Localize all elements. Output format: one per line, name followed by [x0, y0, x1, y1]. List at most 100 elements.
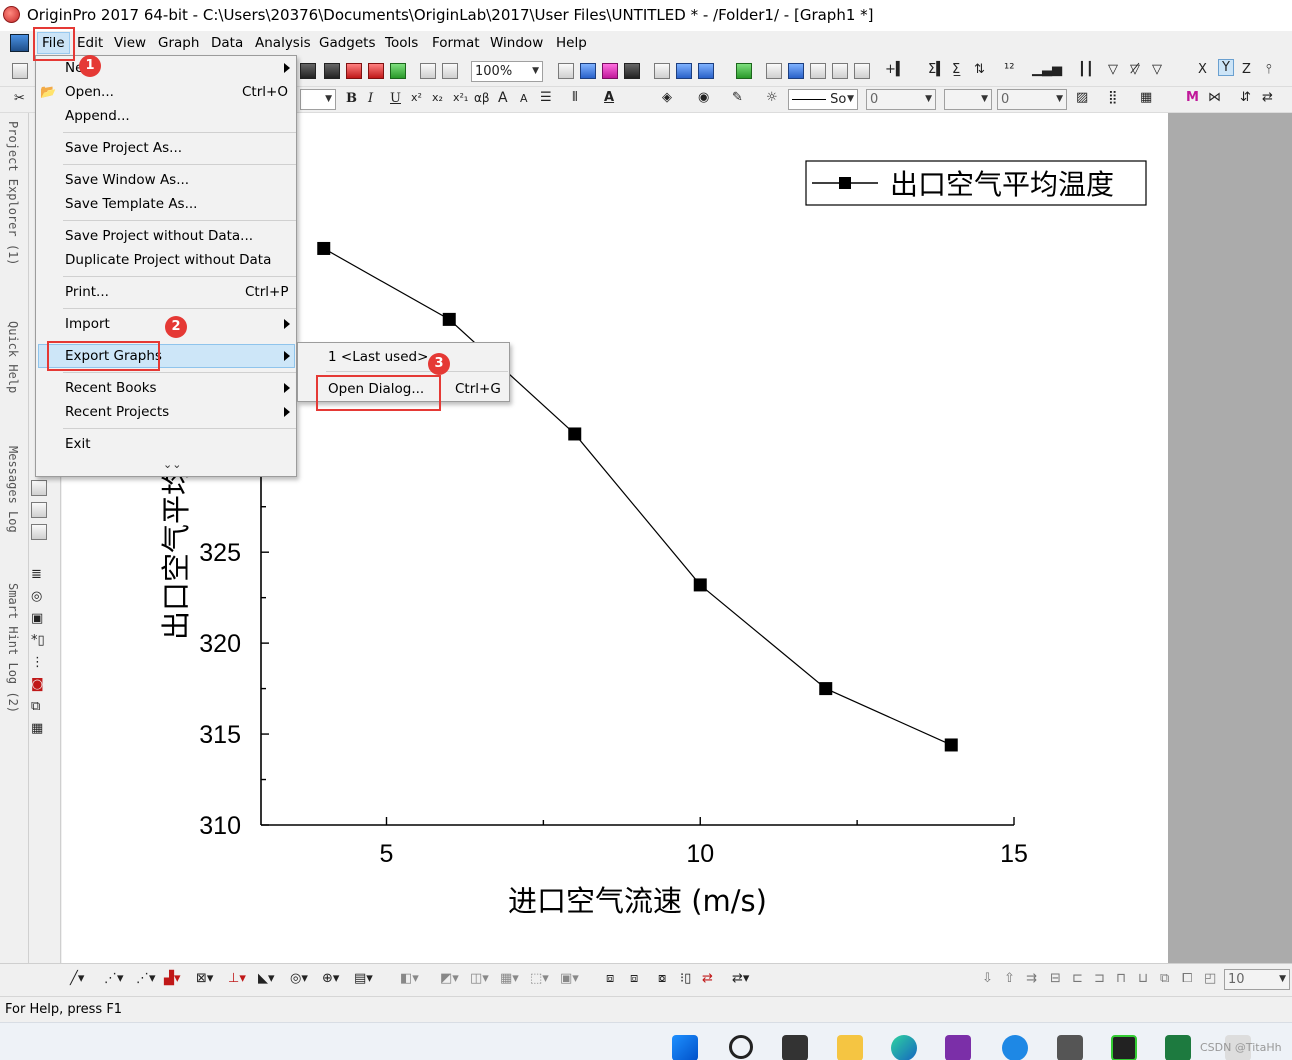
align-bottom-icon[interactable]: ⊔ — [1138, 971, 1148, 986]
increment-icon[interactable]: ¹² — [1004, 62, 1014, 77]
menu-view[interactable]: View — [114, 35, 146, 51]
tab-messages-log[interactable]: Messages Log — [2, 446, 20, 533]
object-back-icon[interactable]: ⇧ — [1004, 971, 1015, 986]
3d-surface-icon[interactable]: ◩▾ — [440, 971, 459, 986]
data-display-icon[interactable] — [31, 480, 47, 496]
align-icon[interactable]: ☰ — [540, 90, 552, 105]
worksheet-icon[interactable] — [324, 63, 340, 79]
rescale-icon[interactable]: ⧈ — [606, 971, 614, 986]
bold-icon[interactable]: B — [346, 91, 357, 106]
stats-icon[interactable]: Σ̲ — [952, 62, 960, 77]
box-chart-icon[interactable]: ┃┃ — [1078, 62, 1094, 77]
color-combo[interactable]: ▼ — [944, 89, 992, 110]
font-color-icon[interactable]: A — [604, 90, 614, 105]
tab-quick-help[interactable]: Quick Help — [2, 321, 20, 393]
area-plot-icon[interactable]: ◣▾ — [258, 971, 275, 986]
align-top-icon[interactable]: ⊓ — [1116, 971, 1126, 986]
fill-color-icon[interactable]: ◈ — [662, 90, 672, 105]
menu-graph[interactable]: Graph — [158, 35, 199, 51]
excel-taskbar-icon[interactable] — [1165, 1035, 1191, 1060]
filter-clear-icon[interactable]: ▽̸ — [1130, 62, 1140, 77]
y-column-icon[interactable]: Y — [1218, 59, 1234, 76]
unmerge-icon[interactable]: ⋈ — [1208, 90, 1221, 105]
arrange-icon[interactable]: ⁝▯ — [680, 971, 691, 986]
line-color-icon[interactable]: ✎ — [732, 90, 743, 105]
results-log-icon[interactable] — [676, 63, 692, 79]
superscript-icon[interactable]: x² — [411, 91, 422, 104]
menu-gadgets[interactable]: Gadgets — [319, 35, 376, 51]
line-symbol-icon[interactable]: ⋰▾ — [136, 971, 156, 986]
zoom-combo[interactable]: 100% ▼ — [471, 61, 543, 82]
italic-icon[interactable]: I — [368, 91, 373, 106]
symbol-size-combo[interactable]: 0 ▼ — [997, 89, 1067, 110]
hatch-icon[interactable]: ▨ — [1076, 90, 1088, 105]
font-combo[interactable]: ▼ — [300, 89, 336, 110]
print-icon[interactable] — [558, 63, 574, 79]
menu-tools[interactable]: Tools — [385, 35, 418, 51]
notes-icon[interactable] — [390, 63, 406, 79]
menu-help[interactable]: Help — [556, 35, 587, 51]
line-style-combo[interactable]: So ▼ — [788, 89, 858, 110]
object-backward-icon[interactable]: ⊟ — [1050, 971, 1061, 986]
origin-app-icon[interactable] — [3, 6, 20, 23]
menu-item-duplicate-project[interactable]: Duplicate Project without Data — [65, 252, 271, 268]
line-width-combo[interactable]: 0 ▼ — [866, 89, 936, 110]
mask-icon[interactable]: ◙ — [31, 677, 44, 692]
function-icon[interactable] — [442, 63, 458, 79]
3d-bar-icon[interactable]: ◫▾ — [470, 971, 489, 986]
template-icon[interactable]: ▤▾ — [354, 971, 373, 986]
menu-item-import[interactable]: Import — [65, 316, 110, 332]
layer-icon[interactable] — [31, 524, 47, 540]
menu-edit[interactable]: Edit — [77, 35, 103, 51]
k-app-icon[interactable] — [1002, 1035, 1028, 1060]
command-window-icon[interactable] — [698, 63, 714, 79]
refresh-icon[interactable] — [580, 63, 596, 79]
menu-item-append[interactable]: Append... — [65, 108, 130, 124]
pan-icon[interactable] — [31, 502, 47, 518]
contour-plot-icon[interactable]: ◎▾ — [290, 971, 308, 986]
rescale-x-icon[interactable]: ⧈ — [630, 971, 638, 986]
zoom-in-icon[interactable] — [766, 63, 782, 79]
layout-icon[interactable] — [420, 63, 436, 79]
menu-item-print[interactable]: Print... — [65, 284, 109, 300]
specialized-plot-icon[interactable]: ⊕▾ — [322, 971, 339, 986]
data-selector-icon[interactable] — [854, 63, 870, 79]
brightness-icon[interactable]: ☼ — [766, 90, 778, 105]
object-forward-icon[interactable]: ⇉ — [1026, 971, 1037, 986]
filter-icon[interactable]: ▽ — [1108, 62, 1118, 77]
3d-walls-icon[interactable]: ⬚▾ — [530, 971, 549, 986]
supsub-icon[interactable]: x²₁ — [453, 91, 468, 104]
lines-icon[interactable]: ≣ — [31, 567, 42, 582]
pattern-icon[interactable]: ◉ — [698, 90, 709, 105]
copy-format-icon[interactable]: ⧉ — [31, 699, 40, 714]
align-right-icon[interactable]: ⊐ — [1094, 971, 1105, 986]
z-column-icon[interactable]: Z — [1242, 62, 1251, 77]
error-bar-icon[interactable]: ⫯ — [1266, 62, 1272, 77]
multi-panel-icon[interactable]: ⊠▾ — [196, 971, 213, 986]
mask-toggle-icon[interactable]: ⧇ — [658, 971, 666, 986]
x-column-icon[interactable]: X — [1198, 62, 1207, 77]
code-builder-icon[interactable] — [654, 63, 670, 79]
tab-smart-hint-log[interactable]: Smart Hint Log (2) — [2, 583, 20, 713]
graph-tool-icon[interactable] — [300, 63, 316, 79]
tab-project-explorer[interactable]: Project Explorer (1) — [2, 121, 20, 266]
column-plot-icon[interactable]: ▟▾ — [164, 971, 181, 986]
menu-data[interactable]: Data — [211, 35, 243, 51]
file-explorer-icon[interactable] — [837, 1035, 863, 1060]
menu-item-open[interactable]: Open... — [65, 84, 114, 100]
line-plot-icon[interactable]: ╱▾ — [70, 971, 84, 986]
task-view-icon[interactable] — [782, 1035, 808, 1060]
fit-icon[interactable]: ◰ — [1204, 971, 1216, 986]
greek-icon[interactable]: αβ — [474, 91, 490, 105]
3d-grid-icon[interactable]: ▦▾ — [500, 971, 519, 986]
calculator-icon[interactable] — [1057, 1035, 1083, 1060]
zoom-out-icon[interactable] — [788, 63, 804, 79]
group-icon[interactable]: ⧉ — [1160, 971, 1169, 986]
menu-window[interactable]: Window — [490, 35, 543, 51]
windows-start-icon[interactable] — [672, 1035, 698, 1060]
scissors-icon[interactable]: ✂ — [14, 91, 25, 106]
menu-item-save-project-without-data[interactable]: Save Project without Data... — [65, 228, 253, 244]
3d-frame-icon[interactable]: ▣▾ — [560, 971, 579, 986]
new-project-icon[interactable] — [12, 63, 28, 79]
decrease-font-icon[interactable]: A — [520, 92, 528, 105]
